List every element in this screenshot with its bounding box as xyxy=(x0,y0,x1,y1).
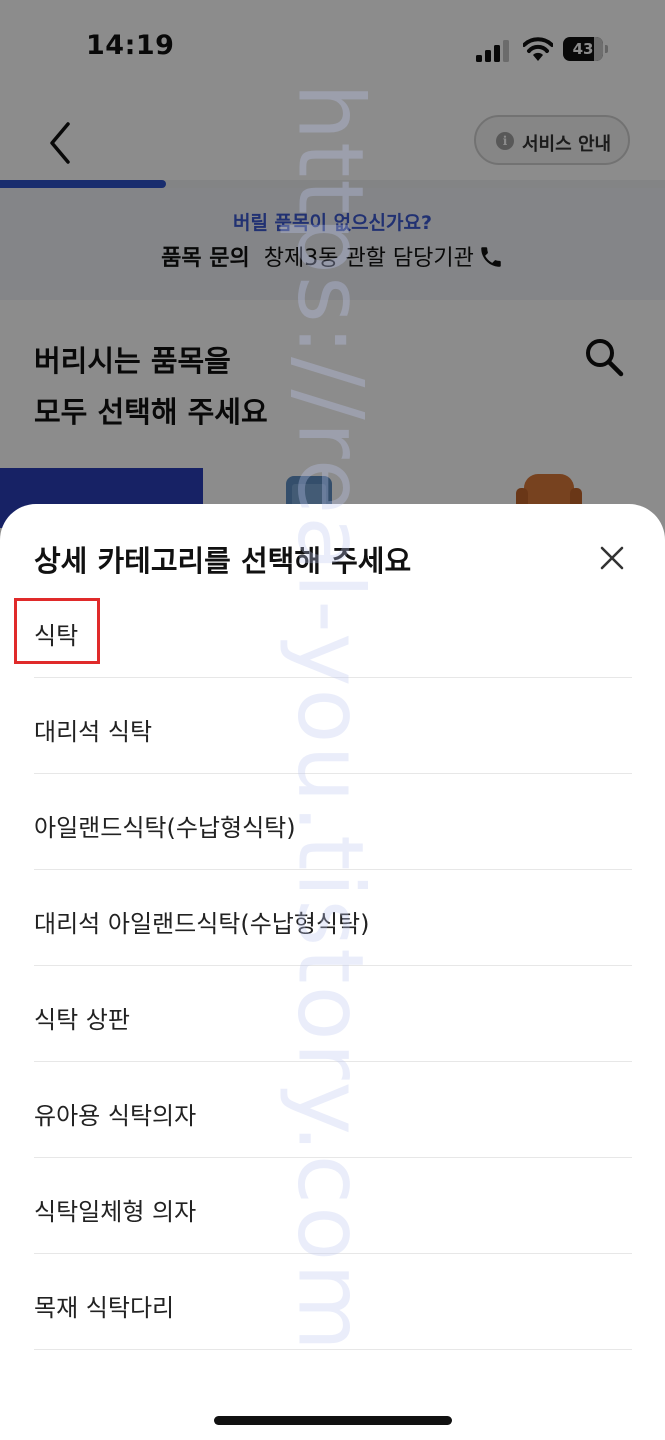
option-label: 대리석 식탁 xyxy=(34,718,153,746)
option-label: 대리석 아일랜드식탁(수납형식탁) xyxy=(34,910,370,938)
option-label: 식탁일체형 의자 xyxy=(34,1198,197,1226)
option-list: 식탁 대리석 식탁 아일랜드식탁(수납형식탁) 대리석 아일랜드식탁(수납형식탁… xyxy=(34,582,632,1350)
option-item[interactable]: 대리석 아일랜드식탁(수납형식탁) xyxy=(34,870,632,966)
option-item[interactable]: 식탁 상판 xyxy=(34,966,632,1062)
option-item[interactable]: 아일랜드식탁(수납형식탁) xyxy=(34,774,632,870)
option-item[interactable]: 식탁 xyxy=(34,582,632,678)
option-item[interactable]: 목재 식탁다리 xyxy=(34,1254,632,1350)
close-icon[interactable] xyxy=(596,542,628,574)
option-label: 아일랜드식탁(수납형식탁) xyxy=(34,814,296,842)
sheet-title: 상세 카테고리를 선택해 주세요 xyxy=(34,544,412,578)
highlight-annotation-box xyxy=(14,598,100,664)
option-item[interactable]: 식탁일체형 의자 xyxy=(34,1158,632,1254)
category-bottom-sheet: 상세 카테고리를 선택해 주세요 식탁 대리석 식탁 아일랜드식탁(수납형식탁)… xyxy=(0,504,665,1440)
option-item[interactable]: 대리석 식탁 xyxy=(34,678,632,774)
option-label: 식탁 상판 xyxy=(34,1006,130,1034)
home-indicator[interactable] xyxy=(214,1416,452,1425)
option-item[interactable]: 유아용 식탁의자 xyxy=(34,1062,632,1158)
option-label: 유아용 식탁의자 xyxy=(34,1102,197,1130)
option-label: 목재 식탁다리 xyxy=(34,1294,175,1322)
